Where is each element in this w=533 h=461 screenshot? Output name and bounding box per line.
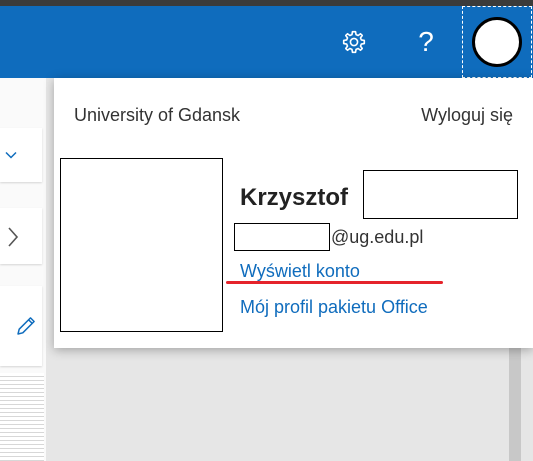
user-first-name: Krzysztof: [240, 184, 349, 211]
document-canvas: [46, 340, 533, 461]
help-icon: ?: [418, 26, 434, 57]
sign-out-link[interactable]: Wyloguj się: [421, 105, 513, 126]
chevron-down-icon: [5, 151, 17, 159]
pencil-icon: [17, 317, 35, 335]
user-email: @ug.edu.pl: [234, 222, 423, 252]
office-profile-link[interactable]: Mój profil pakietu Office: [240, 297, 428, 318]
left-sidebar: [0, 78, 46, 461]
redacted-last-name: [363, 170, 518, 219]
redacted-email-local-part: [234, 223, 330, 251]
annotation-underline: [226, 281, 443, 284]
suite-header: ?: [0, 6, 533, 78]
gear-icon: [342, 30, 366, 54]
avatar: [472, 17, 522, 67]
profile-photo: [60, 158, 223, 332]
email-domain: @ug.edu.pl: [331, 226, 424, 247]
document-thumbnail[interactable]: [0, 373, 44, 461]
help-button[interactable]: ?: [392, 6, 460, 78]
account-dropdown: University of Gdansk Wyloguj się Krzyszt…: [54, 78, 533, 348]
organization-name: University of Gdansk: [74, 105, 241, 125]
sidebar-card-collapse[interactable]: [0, 128, 42, 182]
view-account-link[interactable]: Wyświetl konto: [240, 261, 360, 282]
account-manager-button[interactable]: [462, 6, 532, 78]
sidebar-card-expand[interactable]: [0, 208, 42, 264]
vertical-scrollbar[interactable]: [509, 340, 521, 461]
settings-button[interactable]: [320, 6, 388, 78]
sidebar-card-edit[interactable]: [0, 286, 42, 366]
chevron-right-icon: [8, 227, 19, 247]
